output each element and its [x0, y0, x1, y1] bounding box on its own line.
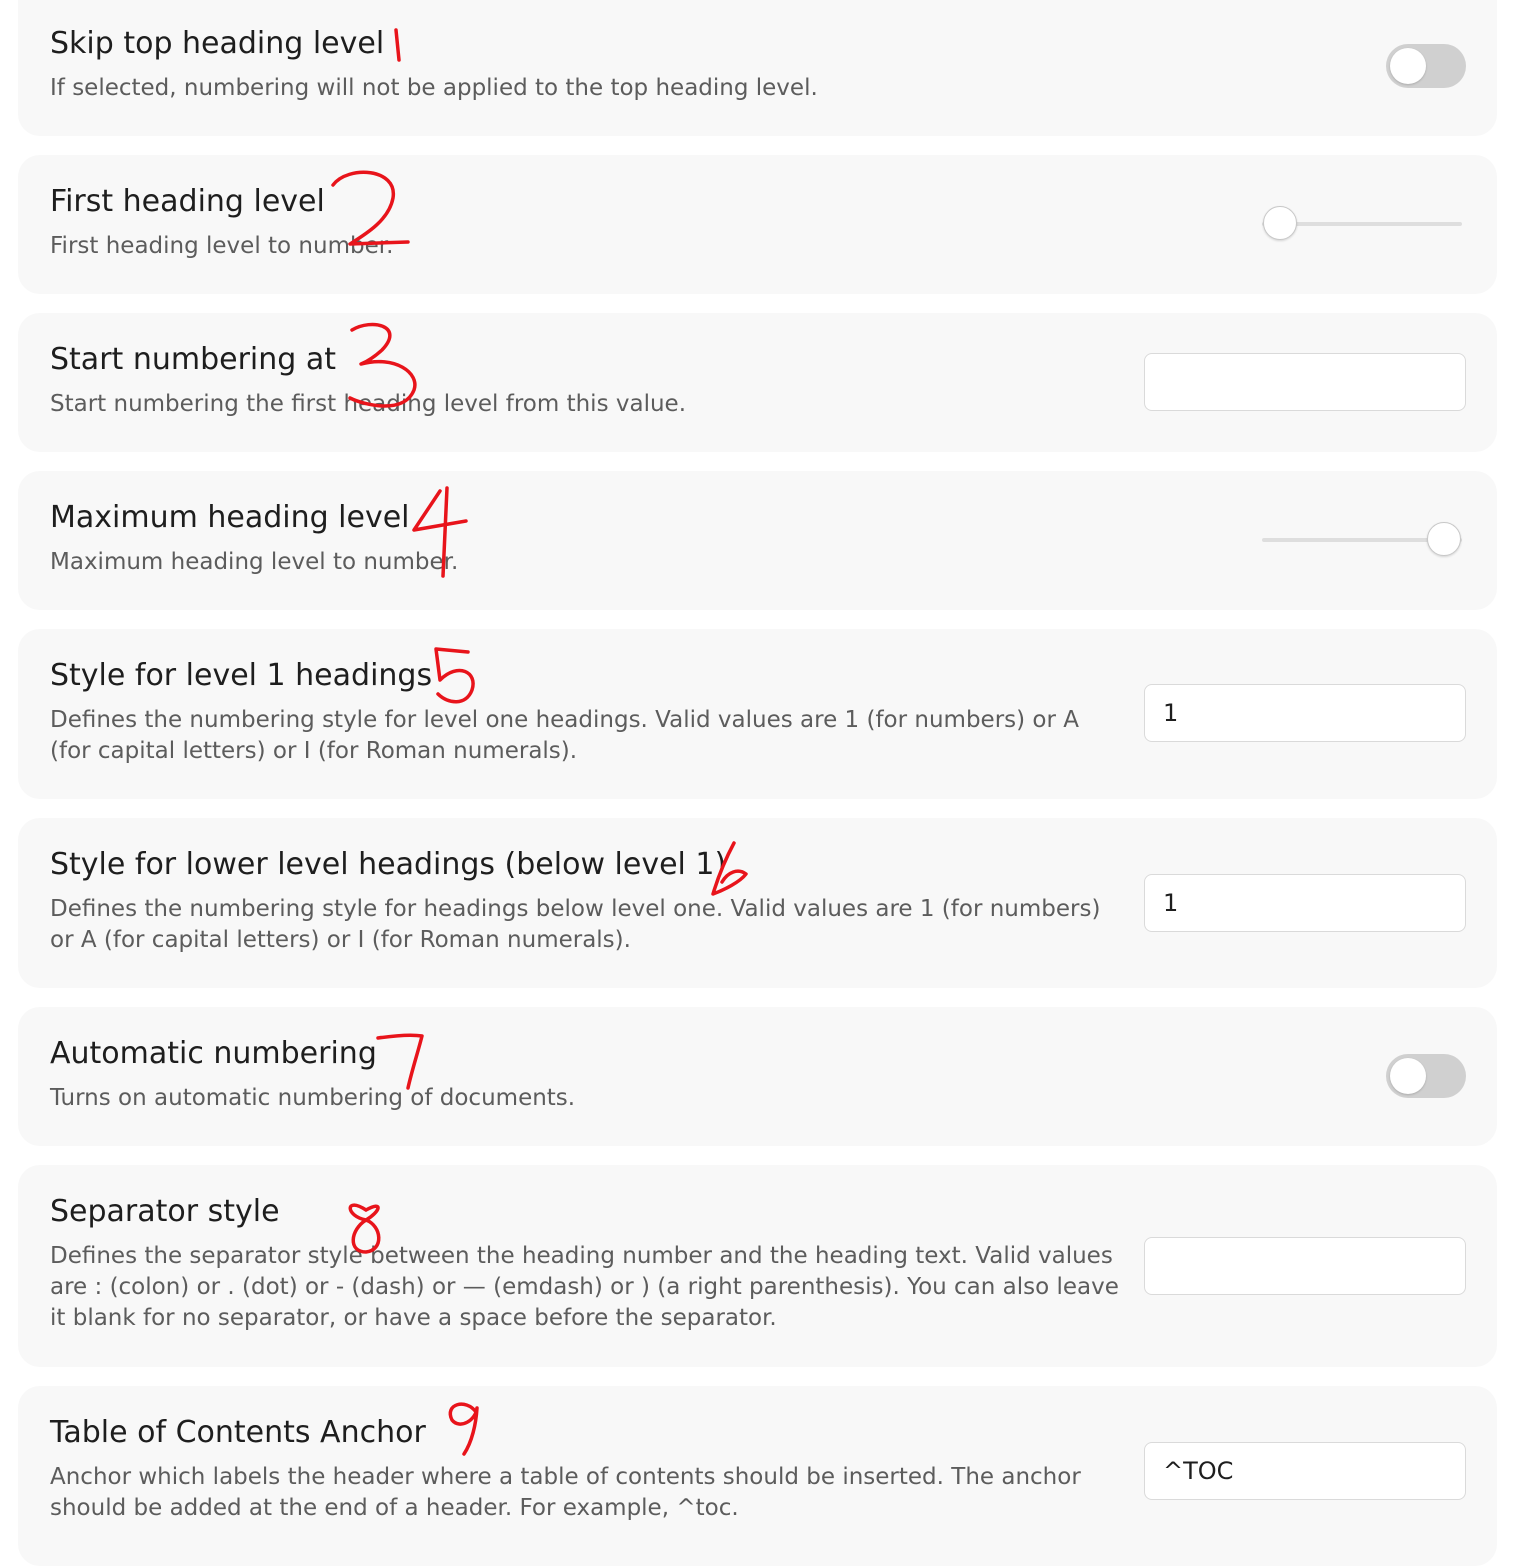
setting-style-level-1-headings: Style for level 1 headings Defines the n…	[18, 629, 1497, 799]
setting-description: If selected, numbering will not be appli…	[50, 73, 818, 104]
setting-description: Defines the numbering style for headings…	[50, 894, 1100, 956]
description-line: should be added at the end of a header. …	[50, 1495, 739, 1521]
description-line: (for capital letters) or I (for Roman nu…	[50, 738, 578, 764]
setting-title: Table of Contents Anchor	[50, 1415, 426, 1450]
setting-maximum-heading-level: Maximum heading level Maximum heading le…	[18, 471, 1497, 610]
setting-description: Defines the separator style between the …	[50, 1241, 1119, 1334]
setting-title: Start numbering at	[50, 342, 336, 377]
description-line: Turns on automatic numbering of document…	[50, 1085, 576, 1111]
description-line: If selected, numbering will not be appli…	[50, 75, 818, 101]
setting-separator-style: Separator style Defines the separator st…	[18, 1165, 1497, 1367]
start-numbering-input[interactable]	[1144, 353, 1466, 411]
toggle-knob	[1390, 48, 1426, 84]
description-line: it blank for no separator, or have a spa…	[50, 1305, 777, 1331]
setting-description: Defines the numbering style for level on…	[50, 705, 1079, 767]
description-line: Defines the numbering style for headings…	[50, 896, 1101, 922]
setting-title: Maximum heading level	[50, 500, 410, 535]
setting-first-heading-level: First heading level First heading level …	[18, 155, 1497, 294]
maximum-heading-level-slider[interactable]	[1262, 522, 1462, 558]
setting-title: Automatic numbering	[50, 1036, 377, 1071]
setting-start-numbering-at: Start numbering at Start numbering the f…	[18, 313, 1497, 452]
setting-description: First heading level to number.	[50, 231, 393, 262]
description-line: Anchor which labels the header where a t…	[50, 1464, 1081, 1490]
description-line: Defines the numbering style for level on…	[50, 707, 1079, 733]
description-line: or A (for capital letters) or I (for Rom…	[50, 927, 631, 953]
description-line: Start numbering the first heading level …	[50, 391, 687, 417]
setting-title: Separator style	[50, 1194, 280, 1229]
toc-anchor-input[interactable]	[1144, 1442, 1466, 1500]
description-line: First heading level to number.	[50, 233, 394, 259]
description-line: Defines the separator style between the …	[50, 1243, 1113, 1269]
setting-automatic-numbering: Automatic numbering Turns on automatic n…	[18, 1007, 1497, 1146]
description-line: are : (colon) or . (dot) or - (dash) or …	[50, 1274, 1119, 1300]
setting-description: Anchor which labels the header where a t…	[50, 1462, 1081, 1524]
setting-skip-top-heading-level: Skip top heading level If selected, numb…	[18, 0, 1497, 136]
setting-title: First heading level	[50, 184, 325, 219]
toggle-knob	[1390, 1058, 1426, 1094]
setting-description: Start numbering the first heading level …	[50, 389, 686, 420]
setting-description: Maximum heading level to number.	[50, 547, 458, 578]
slider-thumb[interactable]	[1263, 206, 1297, 240]
automatic-numbering-toggle[interactable]	[1386, 1054, 1466, 1098]
setting-toc-anchor: Table of Contents Anchor Anchor which la…	[18, 1386, 1497, 1566]
lower-level-style-input[interactable]	[1144, 874, 1466, 932]
description-line: Maximum heading level to number.	[50, 549, 459, 575]
setting-title: Skip top heading level	[50, 26, 385, 61]
level-1-style-input[interactable]	[1144, 684, 1466, 742]
setting-title: Style for level 1 headings	[50, 658, 433, 693]
setting-description: Turns on automatic numbering of document…	[50, 1083, 575, 1114]
setting-style-lower-level-headings: Style for lower level headings (below le…	[18, 818, 1497, 988]
first-heading-level-slider[interactable]	[1262, 206, 1462, 242]
separator-style-input[interactable]	[1144, 1237, 1466, 1295]
skip-top-heading-toggle[interactable]	[1386, 44, 1466, 88]
slider-thumb[interactable]	[1427, 522, 1461, 556]
setting-title: Style for lower level headings (below le…	[50, 847, 727, 882]
